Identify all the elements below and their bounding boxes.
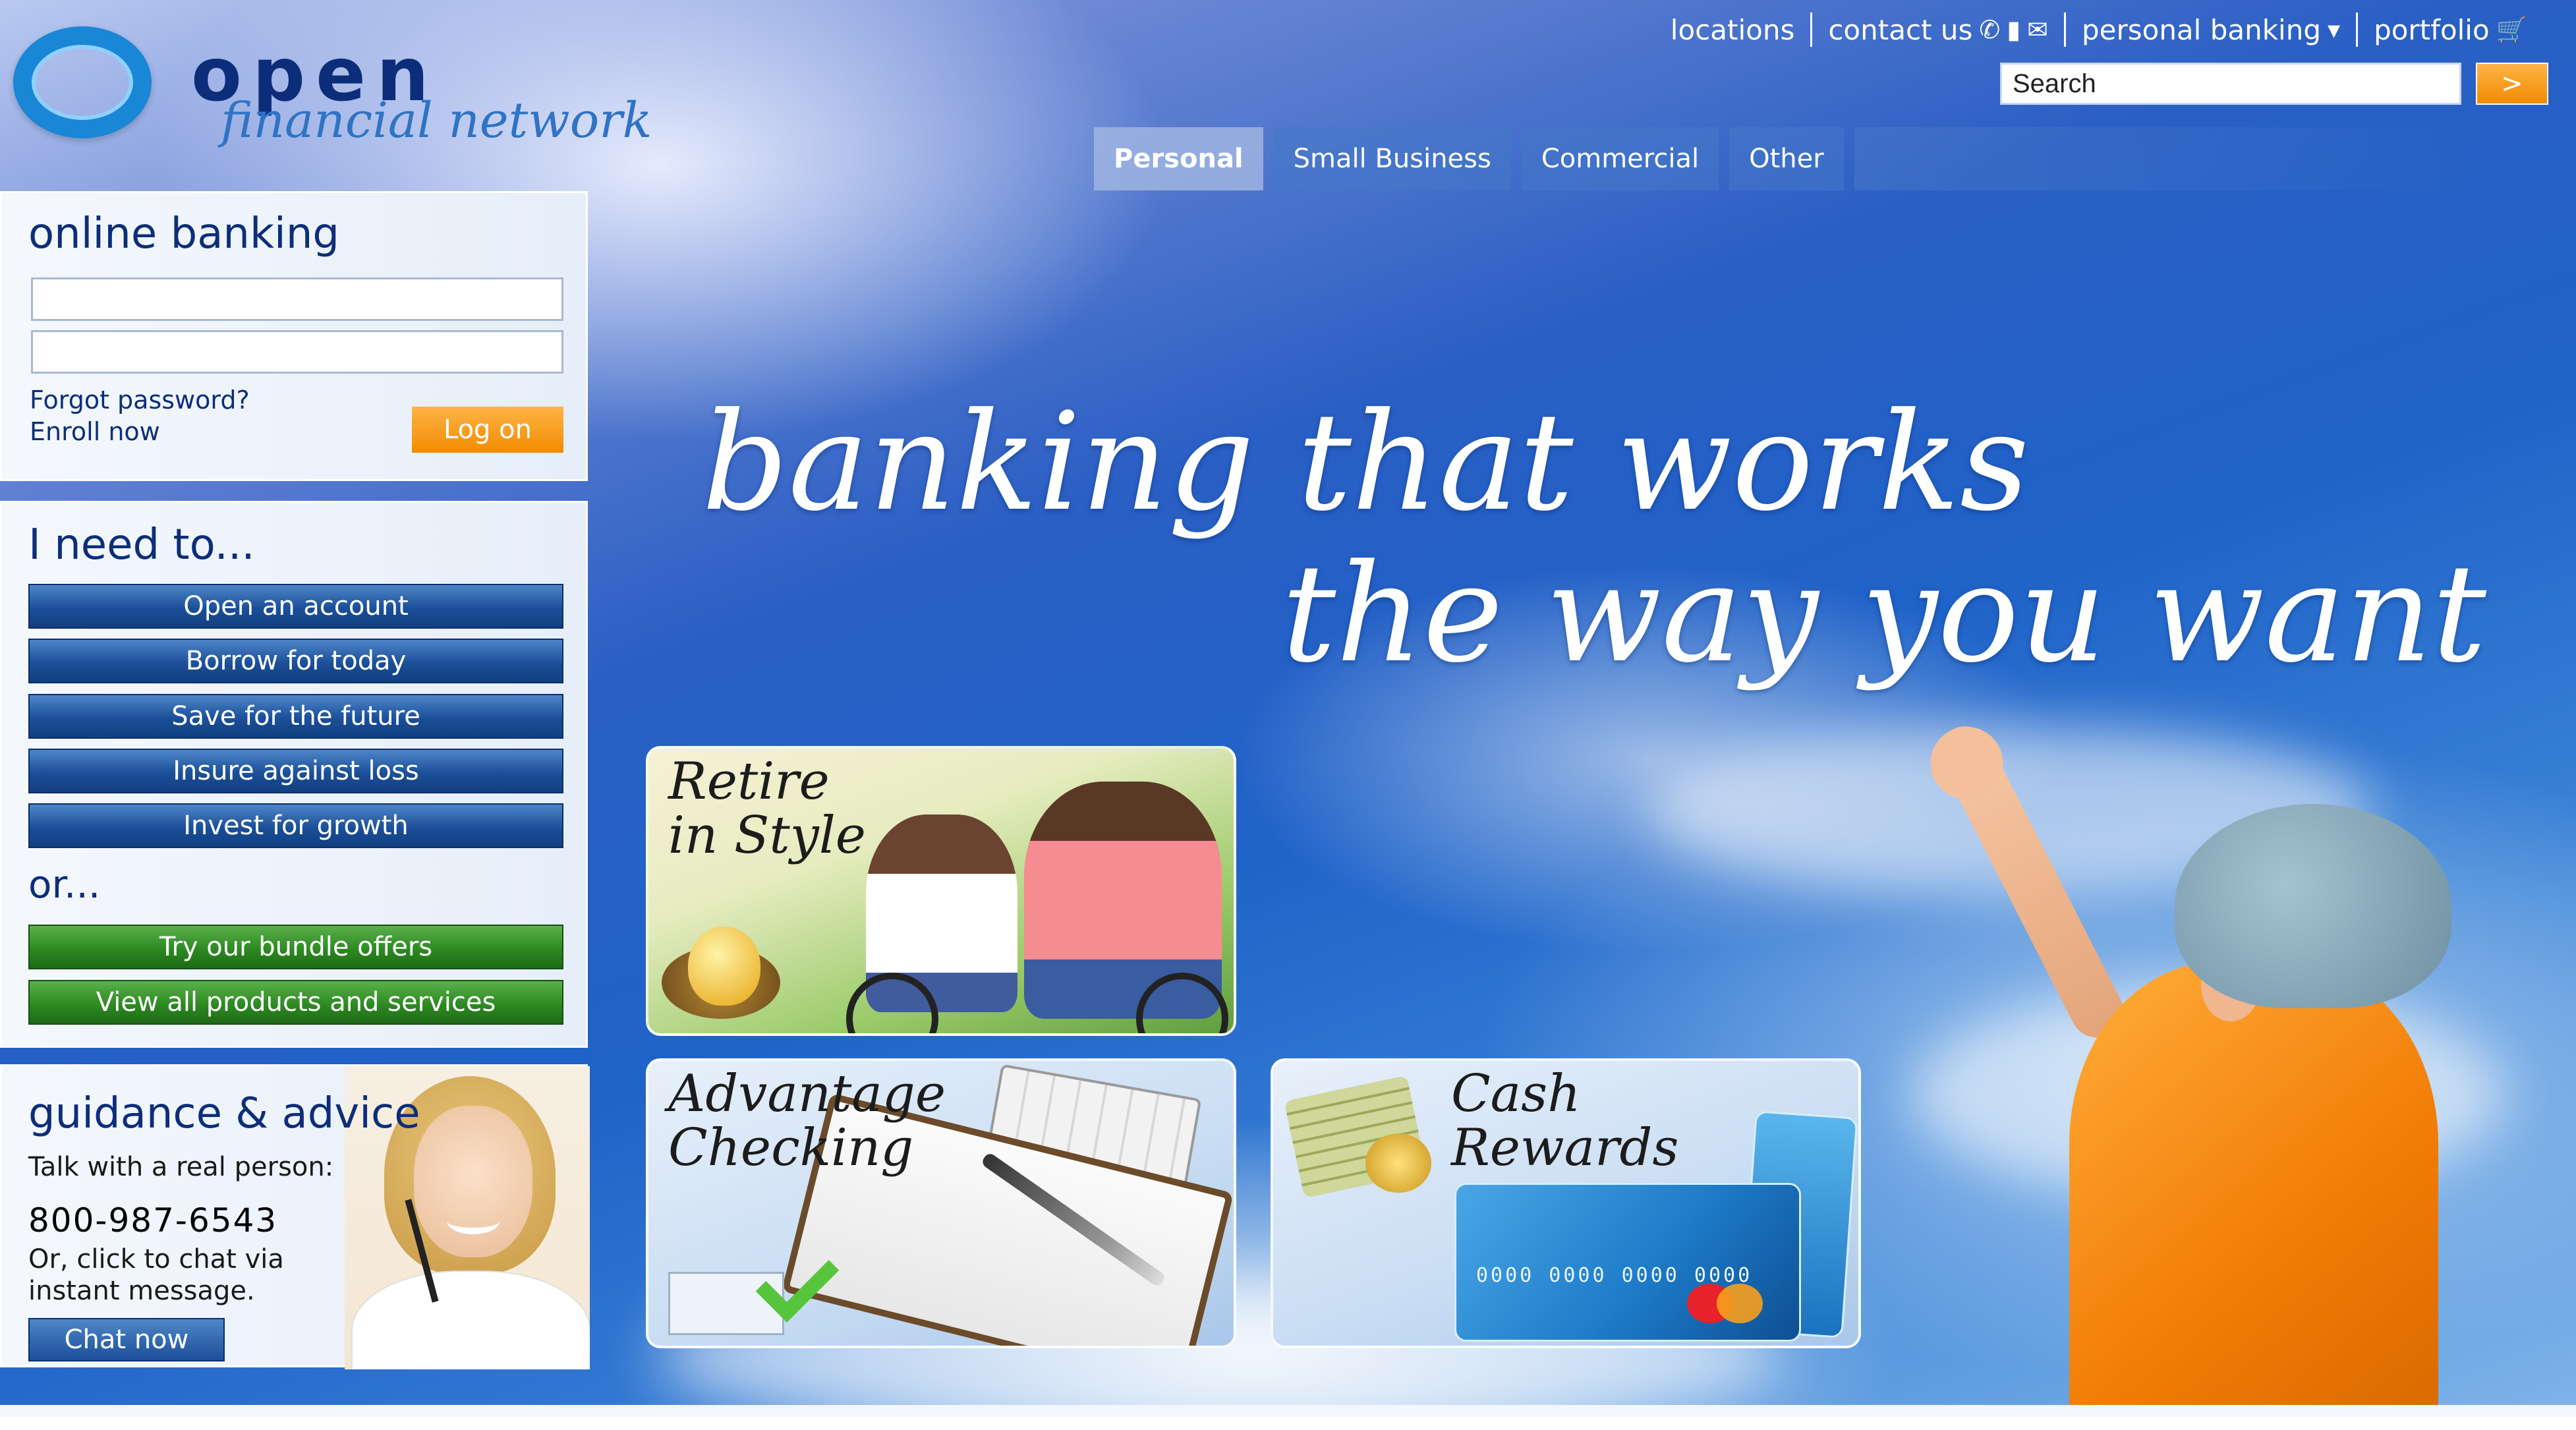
agent-face [414,1106,532,1257]
golden-egg-icon [688,927,760,1006]
open-account-button[interactable]: Open an account [28,584,563,629]
invest-button[interactable]: Invest for growth [28,803,563,848]
borrow-button[interactable]: Borrow for today [28,639,563,683]
coins-icon [1365,1133,1431,1193]
logo-tagline: financial network [221,92,652,149]
brand-logo[interactable]: open financial network [7,18,652,163]
or-label: or... [28,862,101,907]
credit-card-icon: 0000 0000 0000 0000 [1454,1183,1801,1342]
link-personal-banking[interactable]: personal banking ▾ [2066,13,2359,47]
cart-icon: 🛒 [2496,14,2527,44]
promo-retire-line2: in Style [668,805,866,865]
link-locations-label: locations [1670,13,1795,46]
link-contact-us[interactable]: contact us ✆ ▮ ✉ [1812,13,2066,47]
chat-bubble-icon: ▮ [2007,15,2021,44]
phone-icon: ✆ [1979,15,2001,44]
guidance-panel: guidance & advice Talk with a real perso… [0,1064,590,1369]
agent-smile [447,1208,500,1234]
forgot-password-link[interactable]: Forgot password? [30,386,250,415]
i-need-to-panel: I need to... Open an account Borrow for … [0,501,588,1048]
main-nav: Personal Small Business Commercial Other [1094,127,2500,190]
promo-checking-line2: Checking [668,1118,914,1178]
enroll-now-link[interactable]: Enroll now [30,417,160,446]
view-all-products-button[interactable]: View all products and services [28,980,563,1025]
online-banking-panel: online banking Forgot password? Enroll n… [0,191,588,481]
utility-nav: locations contact us ✆ ▮ ✉ personal bank… [1655,7,2543,53]
password-field[interactable] [31,330,563,374]
promo-retire-in-style[interactable]: Retire in Style [646,746,1236,1036]
bundle-offers-button[interactable]: Try our bundle offers [28,925,563,969]
boy-shirt [2069,962,2438,1417]
promo-checking-line1: Advantage [668,1064,946,1124]
nav-bar-fill [1854,127,2500,190]
link-locations[interactable]: locations [1655,13,1813,47]
log-on-button[interactable]: Log on [412,407,563,453]
search-input[interactable] [2000,63,2461,105]
boy-cap [2175,804,2451,1008]
link-portfolio-label: portfolio [2374,13,2490,46]
promo-cash-line2: Rewards [1451,1118,1679,1178]
promo-cash-rewards[interactable]: 0000 0000 0000 0000 Cash Rewards [1271,1058,1861,1348]
mastercard-logo-icon [1687,1284,1766,1323]
chat-now-button[interactable]: Chat now [28,1318,225,1361]
search-button[interactable]: > [2476,63,2548,105]
tab-other[interactable]: Other [1729,127,1844,190]
guidance-title: guidance & advice [28,1089,420,1138]
chat-text-1: Or, click to chat via [28,1244,284,1274]
boy-pointing-photo [1918,672,2576,1417]
username-field[interactable] [31,277,563,321]
link-personal-banking-label: personal banking [2081,13,2321,46]
i-need-to-title: I need to... [28,521,255,569]
tab-personal[interactable]: Personal [1094,127,1263,190]
promo-retire-title: Retire in Style [668,755,866,863]
envelope-icon: ✉ [2027,15,2048,44]
save-button[interactable]: Save for the future [28,694,563,739]
hero-headline-1: banking that works [702,384,2030,541]
link-contact-label: contact us [1828,13,1973,46]
logo-ring-icon [13,26,152,138]
tab-small-business[interactable]: Small Business [1273,127,1511,190]
search-bar: > [2000,63,2548,105]
promo-checking-title: Advantage Checking [668,1067,946,1178]
promo-cash-title: Cash Rewards [1451,1067,1679,1178]
phone-number[interactable]: 800-987-6543 [28,1201,277,1240]
promo-advantage-checking[interactable]: Advantage Checking [646,1058,1236,1348]
caret-down-icon: ▾ [2327,15,2341,44]
link-portfolio[interactable]: portfolio 🛒 [2358,13,2543,47]
hero-headline-2: the way you want [1282,536,2487,693]
promo-retire-line1: Retire [668,752,830,811]
page-bottom-edge [0,1405,2576,1417]
agent-shirt [351,1271,590,1369]
chat-text-2: instant message. [28,1276,255,1306]
talk-label: Talk with a real person: [28,1152,334,1182]
insure-button[interactable]: Insure against loss [28,749,563,793]
online-banking-title: online banking [28,210,339,258]
tab-commercial[interactable]: Commercial [1521,127,1719,190]
promo-cash-line1: Cash [1451,1064,1581,1124]
